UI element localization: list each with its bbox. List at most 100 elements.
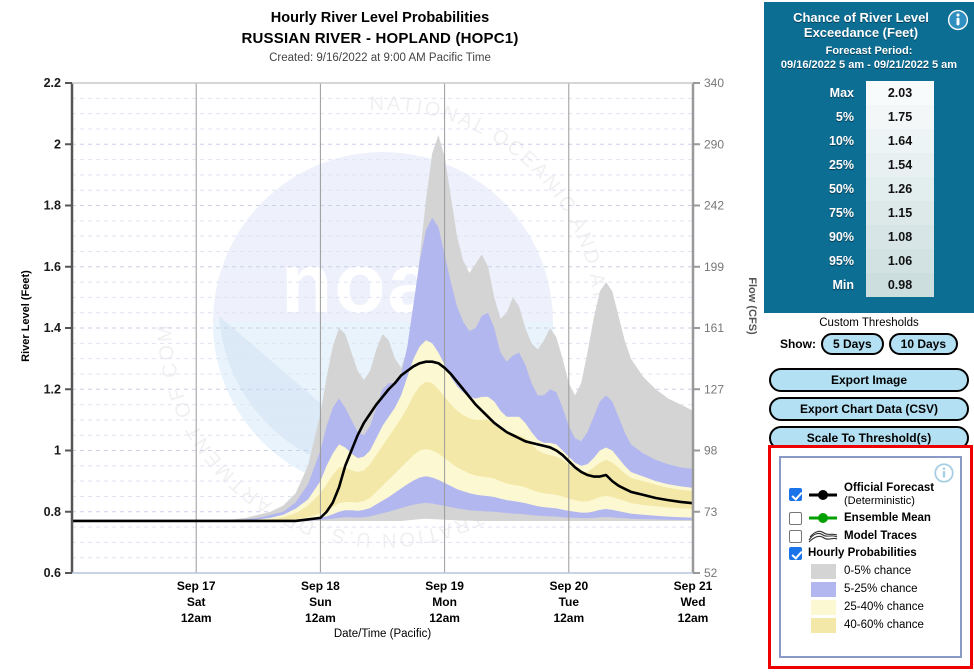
x-tick-label-day: Sun [309,595,332,609]
exceedance-value: 1.06 [866,249,934,273]
x-tick-label-date: Sep 21 [674,579,713,593]
legend-swatch-label: 40-60% chance [844,619,924,631]
exceedance-row: Max 2.03 [804,81,934,105]
legend-highlight-box: Official Forecast (Deterministic) Ensemble… [768,445,973,669]
show-10-days-button[interactable]: 10 Days [888,333,959,355]
x-axis-label: Date/Time (Pacific) [333,628,432,640]
legend-swatches: 0-5% chance 5-25% chance 25-40% chance 40-6… [781,562,960,634]
y-axis-label-right-wrap: Flow (CFS) [734,277,758,334]
show-label: Show: [779,337,816,351]
exceedance-value: 1.64 [866,129,934,153]
exceedance-value: 1.26 [866,177,934,201]
x-tick-label-time: 12am [429,611,460,625]
legend-item-0[interactable]: Official Forecast (Deterministic) [781,480,960,509]
x-tick-label-date: Sep 17 [177,579,216,593]
exceedance-value: 1.54 [866,153,934,177]
y-tick-label-left: 2 [54,137,61,151]
legend-marker-line-dot [809,513,837,523]
legend-checkbox[interactable] [789,488,802,501]
y-tick-label-left: 0.6 [44,566,61,580]
y-tick-label-left: 1.2 [44,382,61,396]
y-tick-label-right: 290 [704,137,724,151]
legend-checkbox[interactable] [789,529,802,543]
exceedance-label: 95% [828,254,854,268]
legend-swatch-item-3: 40-60% chance [781,616,960,634]
legend-item-2[interactable]: Model Traces [781,527,960,545]
export-image-button[interactable]: Export Image [769,368,969,392]
exceedance-label: Min [832,278,854,292]
exceedance-label: 90% [828,230,854,244]
show-5-days-button[interactable]: 5 Days [820,333,884,355]
legend-checkbox[interactable] [789,511,802,525]
x-tick-label-time: 12am [553,611,584,625]
x-tick-label-day: Tue [559,595,580,609]
x-axis-ticks: Sep 17 Sat 12am Sep 18 Sun 12am Sep 19 Mon 12am S… [177,579,713,625]
legend-info-icon[interactable] [934,463,954,483]
exceedance-row: 90% 1.08 [804,225,934,249]
forecast-period: Forecast Period: 09/16/2022 5 am - 09/21… [764,45,974,72]
exceedance-row: Min 0.98 [804,273,934,297]
x-tick-label-date: Sep 20 [549,579,588,593]
exceedance-row: 50% 1.26 [804,177,934,201]
legend-swatch-item-1: 5-25% chance [781,580,960,598]
exceedance-row: 95% 1.06 [804,249,934,273]
legend-swatch-label: 0-5% chance [844,565,912,577]
legend-swatch-color [811,563,836,579]
forecast-period-label: Forecast Period: [825,45,913,57]
legend-panel: Official Forecast (Deterministic) Ensemble… [779,456,962,658]
y-tick-label-right: 73 [704,505,718,519]
exceedance-row: 10% 1.64 [804,129,934,153]
x-tick-label-time: 12am [678,611,709,625]
legend-swatch-color [811,581,836,597]
exceedance-row: 25% 1.54 [804,153,934,177]
legend-item-1[interactable]: Ensemble Mean [781,509,960,527]
exceedance-label: 50% [828,182,854,196]
y-tick-label-left: 1.8 [44,199,61,213]
legend-item-label: Official Forecast (Deterministic) [844,482,935,507]
exceedance-title: Chance of River Level Exceedance (Feet) [764,2,974,40]
y-axis-label-right: Flow (CFS) [746,277,758,335]
exceedance-table: Max 2.03 5% 1.75 10% 1.64 25% 1.54 50% 1.26 75% 1.1… [804,81,934,297]
legend-marker-traces [808,530,838,543]
legend-swatch-label: 5-25% chance [844,583,918,595]
x-tick-label-date: Sep 18 [301,579,340,593]
legend-swatch-color [811,599,836,615]
exceedance-value: 1.75 [866,105,934,129]
legend-item-3[interactable]: Hourly Probabilities [781,545,960,562]
show-duration-row: Show: 5 Days 10 Days [764,333,974,355]
y-axis-label-left: River Level (Feet) [20,270,32,362]
legend-swatch-color [811,617,836,633]
y-tick-label-right: 340 [704,76,724,90]
exceedance-label: 10% [828,134,854,148]
y-tick-label-right: 98 [704,444,718,458]
y-tick-label-left: 1 [54,444,61,458]
legend-marker-line-dot [809,489,837,500]
y-tick-label-left: 0.8 [44,505,61,519]
legend-item-label: Model Traces [844,529,917,542]
exceedance-label: 5% [835,110,854,124]
legend-checkbox[interactable] [789,547,802,560]
y-tick-label-right: 161 [704,321,724,335]
export-csv-button[interactable]: Export Chart Data (CSV) [769,397,969,421]
legend-item-sublabel: (Deterministic) [844,494,915,507]
exceedance-label: Max [829,86,854,100]
exceedance-value: 1.15 [866,201,934,225]
legend-item-label: Hourly Probabilities [808,547,917,560]
y-axis-left-ticks: 2.2 2 1.8 1.6 1.4 1.2 1 0.8 0.6 [44,76,72,580]
y-tick-label-left: 1.6 [44,260,61,274]
exceedance-label: 25% [828,158,854,172]
x-tick-label-day: Mon [432,595,457,609]
y-tick-label-right: 127 [704,382,724,396]
y-tick-label-left: 2.2 [44,76,61,90]
exceedance-value: 2.03 [866,81,934,105]
y-tick-label-right: 52 [704,566,718,580]
exceedance-title-line1: Chance of River Level [793,10,929,25]
info-icon[interactable] [947,9,969,31]
x-tick-label-day: Wed [680,595,705,609]
legend-swatch-item-0: 0-5% chance [781,562,960,580]
y-tick-label-left: 1.4 [44,321,61,335]
legend-swatch-label: 25-40% chance [844,601,924,613]
y-tick-label-right: 199 [704,260,724,274]
y-axis-right-ticks: 340 290 242 199 161 127 98 73 52 [693,76,724,580]
x-tick-label-date: Sep 19 [425,579,464,593]
